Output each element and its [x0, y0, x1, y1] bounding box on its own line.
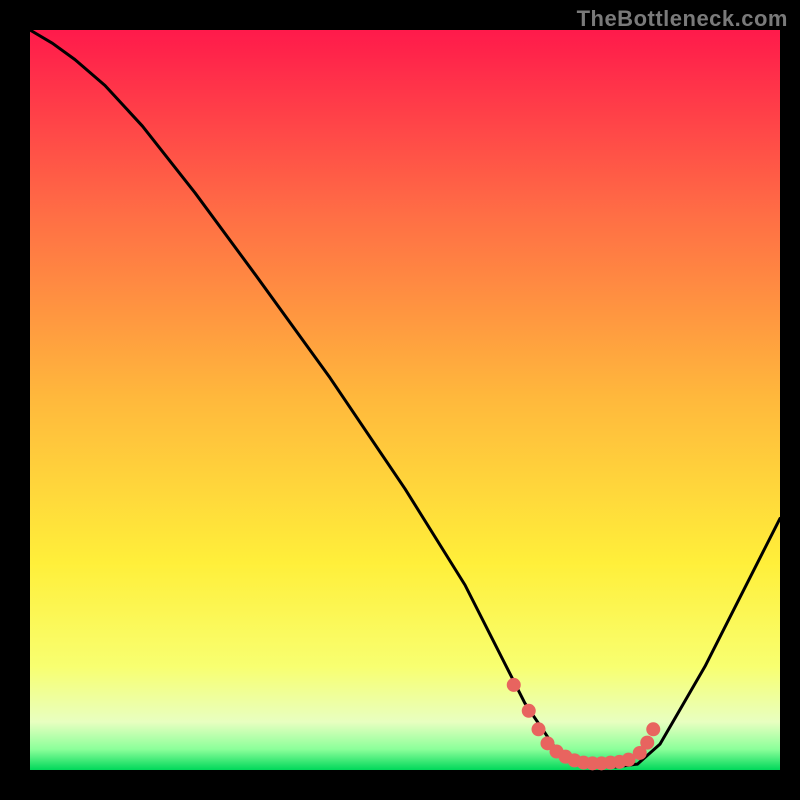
- marker-dot: [640, 736, 654, 750]
- plot-background: [30, 30, 780, 770]
- chart-svg: [0, 0, 800, 800]
- marker-dot: [532, 722, 546, 736]
- marker-dot: [507, 678, 521, 692]
- marker-dot: [646, 722, 660, 736]
- watermark-text: TheBottleneck.com: [577, 6, 788, 32]
- chart-container: TheBottleneck.com: [0, 0, 800, 800]
- marker-dot: [522, 704, 536, 718]
